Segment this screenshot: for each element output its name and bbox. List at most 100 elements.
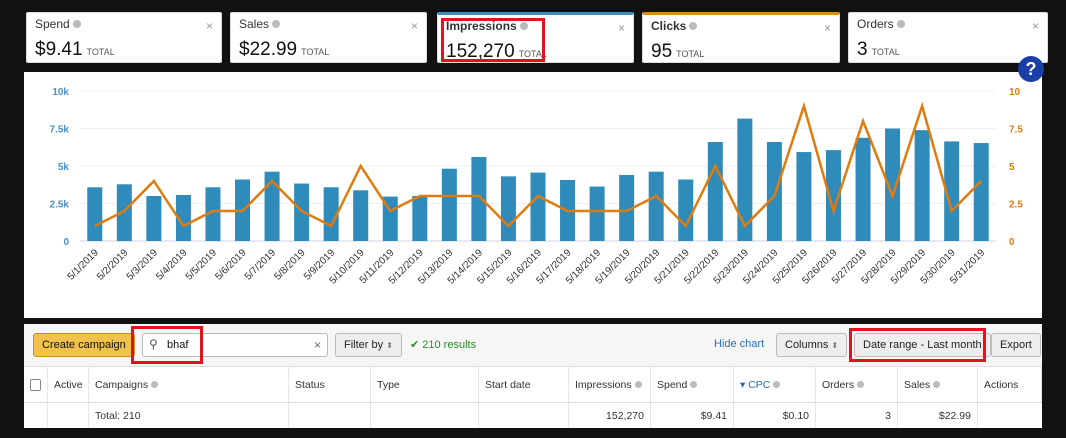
col-campaigns[interactable]: Campaigns — [89, 367, 289, 402]
help-icon[interactable]: ? — [1018, 56, 1044, 82]
close-icon[interactable]: × — [1032, 19, 1039, 33]
col-actions: Actions — [978, 367, 1042, 402]
metric-label: Sales — [239, 17, 270, 31]
highlight-box — [131, 326, 203, 364]
impressions-bar — [471, 157, 487, 241]
col-spend[interactable]: Spend — [651, 367, 734, 402]
impressions-bar — [648, 171, 664, 241]
left-tick-label: 7.5k — [50, 125, 70, 136]
hide-chart-link[interactable]: Hide chart — [714, 338, 764, 350]
left-tick-label: 5k — [58, 162, 70, 173]
filter-by-dropdown[interactable]: Filter by ⬍ — [335, 333, 402, 357]
left-tick-label: 2.5k — [50, 200, 70, 211]
impressions-bar — [146, 196, 162, 241]
metric-card-clicks[interactable]: Clicks 95 TOTAL × — [642, 12, 840, 63]
col-cpc[interactable]: ▾ CPC — [734, 367, 816, 402]
impressions-bar — [766, 142, 782, 241]
columns-label: Columns — [785, 339, 829, 351]
impressions-bar — [914, 130, 930, 241]
x-tick-label: 5/3/2019 — [125, 247, 161, 283]
col-status[interactable]: Status — [289, 367, 371, 402]
metric-value: 3 — [857, 39, 868, 60]
metric-suffix: TOTAL — [301, 47, 330, 57]
x-tick-label: 5/2/2019 — [95, 247, 131, 283]
info-icon — [151, 381, 159, 388]
filter-label: Filter by — [344, 339, 384, 351]
col-start-date[interactable]: Start date — [479, 367, 569, 402]
col-sales[interactable]: Sales — [898, 367, 978, 402]
metric-suffix: TOTAL — [871, 47, 900, 57]
info-icon — [72, 20, 81, 28]
info-icon — [773, 381, 781, 388]
metric-value: $22.99 — [239, 39, 298, 60]
create-campaign-button[interactable]: Create campaign — [33, 333, 135, 357]
sort-arrows-icon: ⬍ — [386, 341, 393, 350]
impressions-bar — [678, 179, 694, 241]
metric-label: Clicks — [651, 19, 687, 33]
x-tick-label: 5/7/2019 — [243, 247, 279, 283]
metric-label: Spend — [35, 17, 70, 31]
metric-card-orders[interactable]: Orders 3 TOTAL × — [848, 12, 1048, 63]
right-tick-label: 5 — [1009, 162, 1015, 173]
campaigns-table: Active Campaigns Status Type Start date … — [24, 366, 1042, 428]
metric-value: 95 — [651, 41, 673, 62]
chart-panel: 0 0 2.5k 2.5 5k 5 7.5k 7.5 10k 10 5/1/2019 5/2/2019… — [24, 72, 1042, 318]
x-tick-label: 5/6/2019 — [213, 247, 249, 283]
info-icon — [690, 381, 698, 388]
impressions-clicks-chart: 0 0 2.5k 2.5 5k 5 7.5k 7.5 10k 10 5/1/20195/2/2019… — [50, 87, 1024, 287]
impressions-bar — [441, 168, 457, 241]
info-icon — [272, 20, 281, 28]
sort-arrows-icon: ⬍ — [831, 341, 839, 350]
impressions-bar — [500, 176, 516, 241]
info-icon — [634, 381, 642, 388]
metric-suffix: TOTAL — [676, 49, 705, 59]
right-tick-label: 10 — [1009, 87, 1021, 98]
total-spend: $9.41 — [651, 403, 734, 428]
right-tick-label: 0 — [1009, 237, 1015, 248]
table-header: Active Campaigns Status Type Start date … — [24, 366, 1042, 402]
close-icon[interactable]: × — [824, 21, 831, 35]
results-count: ✔ 210 results — [410, 339, 477, 351]
close-icon[interactable]: × — [618, 21, 625, 35]
x-tick-label: 5/5/2019 — [184, 247, 220, 283]
metric-card-sales[interactable]: Sales $22.99 TOTAL × — [230, 12, 427, 63]
metric-value: $9.41 — [35, 39, 83, 60]
campaigns-section: Create campaign ⚲ bhaf × Filter by ⬍ ✔ 2… — [24, 324, 1042, 428]
total-orders: 3 — [816, 403, 898, 428]
close-icon[interactable]: × — [206, 19, 213, 33]
impressions-bar — [87, 187, 103, 241]
impressions-bar — [353, 190, 369, 241]
col-active[interactable]: Active — [48, 367, 89, 402]
col-impressions[interactable]: Impressions — [569, 367, 651, 402]
total-campaigns: Total: 210 — [89, 403, 289, 428]
total-sales: $22.99 — [898, 403, 978, 428]
impressions-bar — [796, 152, 812, 241]
col-type[interactable]: Type — [371, 367, 479, 402]
left-tick-label: 0 — [63, 237, 69, 248]
left-tick-label: 10k — [52, 87, 69, 98]
metric-suffix: TOTAL — [86, 47, 115, 57]
right-tick-label: 2.5 — [1009, 200, 1023, 211]
info-icon — [689, 22, 698, 30]
impressions-bar — [737, 118, 753, 241]
x-tick-label: 5/4/2019 — [154, 247, 190, 283]
select-all-checkbox[interactable] — [30, 378, 41, 391]
clear-search-icon[interactable]: × — [314, 338, 321, 352]
export-button[interactable]: Export — [991, 333, 1041, 357]
col-orders[interactable]: Orders — [816, 367, 898, 402]
impressions-bar — [530, 172, 546, 241]
metric-label: Orders — [857, 17, 894, 31]
info-icon — [857, 381, 865, 388]
impressions-bar — [973, 143, 989, 241]
info-icon — [896, 20, 905, 28]
columns-dropdown[interactable]: Columns ⬍ — [776, 333, 848, 357]
total-impressions: 152,270 — [569, 403, 651, 428]
close-icon[interactable]: × — [411, 19, 418, 33]
highlight-box — [849, 328, 986, 362]
x-tick-label: 5/8/2019 — [272, 247, 308, 283]
impressions-bar — [589, 186, 605, 241]
metric-card-spend[interactable]: Spend $9.41 TOTAL × — [26, 12, 222, 63]
x-tick-label: 5/1/2019 — [66, 247, 102, 283]
impressions-bar — [412, 196, 428, 241]
total-row: Total: 210 152,270 $9.41 $0.10 3 $22.99 — [24, 402, 1042, 428]
